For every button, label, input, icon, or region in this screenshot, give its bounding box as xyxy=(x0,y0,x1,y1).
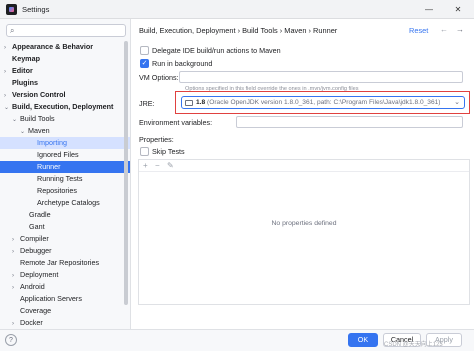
sidebar-item-build-tools[interactable]: ⌄ Build Tools xyxy=(0,113,130,125)
forward-arrow-icon[interactable]: → xyxy=(456,25,464,34)
properties-table: + − ✎ No properties defined xyxy=(138,159,470,305)
sidebar-item-docker[interactable]: › Docker xyxy=(0,317,130,329)
runner-settings-panel: Build, Execution, Deployment › Build Too… xyxy=(132,19,474,329)
close-icon[interactable]: ✕ xyxy=(444,0,472,19)
sidebar-item-deployment[interactable]: › Deployment xyxy=(0,269,130,281)
jre-label: JRE: xyxy=(139,99,155,108)
delegate-label: Delegate IDE build/run actions to Maven xyxy=(152,46,281,55)
properties-toolbar: + − ✎ xyxy=(139,160,469,172)
sidebar-item-application-servers[interactable]: Application Servers xyxy=(0,293,130,305)
settings-search-input[interactable]: ⌕ xyxy=(6,24,126,37)
window-title: Settings xyxy=(22,5,50,14)
sidebar-item-plugins[interactable]: Plugins xyxy=(0,77,130,89)
minimize-icon[interactable]: — xyxy=(415,0,443,19)
watermark-text: CSDN @天天向上123 xyxy=(384,342,443,348)
sidebar-scrollbar[interactable] xyxy=(124,41,128,305)
add-icon[interactable]: + xyxy=(143,160,148,172)
run-in-background-label: Run in background xyxy=(152,59,213,68)
ok-button[interactable]: OK xyxy=(348,333,378,347)
sidebar-item-remote-jar-repositories[interactable]: Remote Jar Repositories xyxy=(0,257,130,269)
sidebar-item-running-tests[interactable]: Running Tests xyxy=(0,173,130,185)
vm-options-field[interactable] xyxy=(179,71,463,83)
skip-tests-checkbox[interactable] xyxy=(140,147,149,156)
remove-icon[interactable]: − xyxy=(155,160,160,172)
vm-options-label: VM Options: xyxy=(139,73,179,82)
sidebar-item-repositories[interactable]: Repositories xyxy=(0,185,130,197)
sidebar-item-gradle[interactable]: Gradle xyxy=(0,209,130,221)
app-logo-icon xyxy=(6,4,17,15)
sidebar-item-debugger[interactable]: › Debugger xyxy=(0,245,130,257)
help-icon[interactable]: ? xyxy=(5,334,17,346)
sidebar-item-keymap[interactable]: Keymap xyxy=(0,53,130,65)
breadcrumb: Build, Execution, Deployment › Build Too… xyxy=(139,26,338,35)
sidebar-item-compiler[interactable]: › Compiler xyxy=(0,233,130,245)
run-in-background-checkbox[interactable]: ✓ xyxy=(140,59,149,68)
sidebar-item-version-control[interactable]: › Version Control xyxy=(0,89,130,101)
chevron-down-icon: ⌄ xyxy=(454,99,460,106)
sidebar-item-editor[interactable]: › Editor xyxy=(0,65,130,77)
reset-link[interactable]: Reset xyxy=(409,26,428,35)
sidebar-item-gant[interactable]: Gant xyxy=(0,221,130,233)
skip-tests-label: Skip Tests xyxy=(152,147,185,156)
back-arrow-icon[interactable]: ← xyxy=(440,25,448,34)
jre-selected-value: 1.8 (Oracle OpenJDK version 1.8.0_361, p… xyxy=(196,99,441,106)
search-icon: ⌕ xyxy=(10,26,15,35)
sidebar-item-android[interactable]: › Android xyxy=(0,281,130,293)
sidebar-item-appearance[interactable]: › Appearance & Behavior xyxy=(0,41,130,53)
jre-select[interactable]: 1.8 (Oracle OpenJDK version 1.8.0_361, p… xyxy=(181,96,465,109)
settings-sidebar: ⌕ › Appearance & Behavior Keymap › Editor … xyxy=(0,19,131,329)
sidebar-item-importing[interactable]: Importing xyxy=(0,137,130,149)
delegate-checkbox[interactable] xyxy=(140,46,149,55)
sidebar-item-coverage[interactable]: Coverage xyxy=(0,305,130,317)
sidebar-item-runner[interactable]: Runner xyxy=(0,161,130,173)
env-variables-field[interactable] xyxy=(236,116,463,128)
sidebar-item-ignored-files[interactable]: Ignored Files xyxy=(0,149,130,161)
properties-empty-text: No properties defined xyxy=(271,220,337,227)
properties-label: Properties: xyxy=(139,135,174,144)
folder-icon xyxy=(185,100,193,106)
sidebar-item-maven[interactable]: ⌄ Maven xyxy=(0,125,130,137)
edit-icon[interactable]: ✎ xyxy=(167,160,174,172)
title-bar: Settings — ✕ xyxy=(0,0,474,19)
env-variables-label: Environment variables: xyxy=(139,118,213,127)
sidebar-item-build-execution[interactable]: ⌄ Build, Execution, Deployment xyxy=(0,101,130,113)
sidebar-item-archetype-catalogs[interactable]: Archetype Catalogs xyxy=(0,197,130,209)
